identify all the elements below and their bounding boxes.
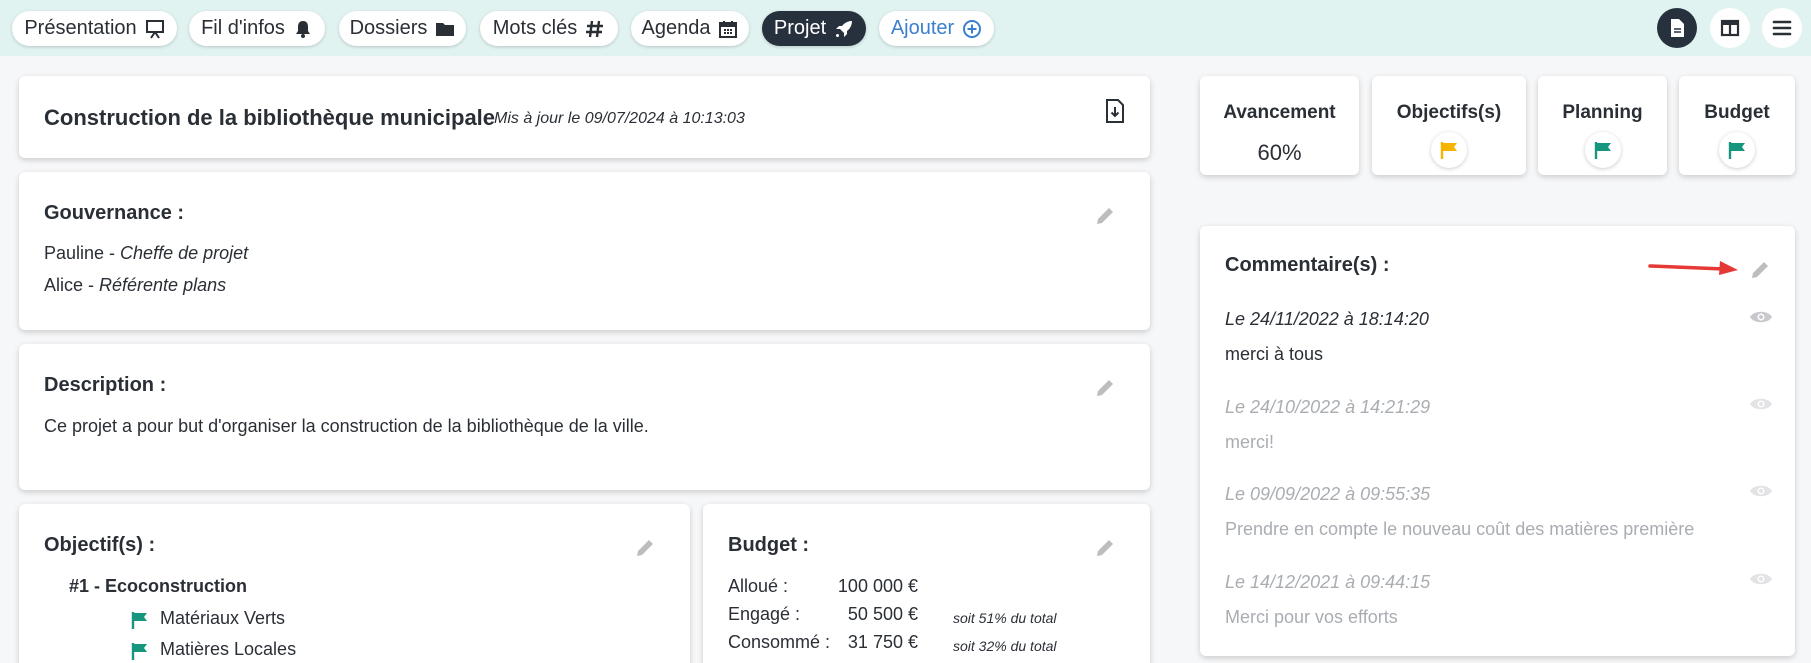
objective-group: #1 - Ecoconstruction xyxy=(69,576,248,596)
budget-note: soit 32% du total xyxy=(953,638,1057,654)
flag-icon xyxy=(1594,142,1611,159)
edit-description-pencil-icon[interactable] xyxy=(1094,377,1116,399)
project-header-card: Construction de la bibliothèque municipa… xyxy=(19,76,1150,158)
kpi-title: Planning xyxy=(1562,102,1643,123)
flag-icon xyxy=(1440,142,1457,159)
tab-agenda[interactable]: Agenda xyxy=(631,11,749,46)
tab-label: Projet xyxy=(773,17,827,39)
rocket-icon xyxy=(836,20,853,37)
governance-card: Gouvernance : Pauline - Cheffe de projet… xyxy=(19,172,1150,330)
budget-title: Budget : xyxy=(728,534,810,556)
kpi-title: Objectifs(s) xyxy=(1396,102,1502,123)
flag-icon xyxy=(1728,142,1745,159)
bell-icon xyxy=(295,20,310,38)
description-title: Description : xyxy=(44,374,167,396)
top-navigation: Présentation Fil d'infos Dossiers Mots c… xyxy=(0,0,1811,56)
tab-ajouter[interactable]: Ajouter xyxy=(879,11,994,46)
edit-comments-pencil-icon[interactable] xyxy=(1749,259,1771,281)
kpi-status xyxy=(1584,132,1621,168)
kpi-status xyxy=(1719,132,1755,168)
description-card: Description : Ce projet a pour but d'org… xyxy=(19,344,1150,490)
kpi-budget[interactable]: Budget xyxy=(1679,76,1795,175)
hamburger-icon xyxy=(1772,20,1792,36)
kpi-title: Budget xyxy=(1704,102,1770,123)
download-file-icon[interactable] xyxy=(1105,99,1125,123)
description-text: Ce projet a pour but d'organiser la cons… xyxy=(44,416,649,436)
columns-icon xyxy=(1720,19,1740,37)
kpi-title: Avancement xyxy=(1223,102,1336,123)
page-title: Construction de la bibliothèque municipa… xyxy=(44,105,496,130)
calendar-icon xyxy=(719,20,738,38)
tab-label: Agenda xyxy=(641,17,711,39)
kpi-avancement[interactable]: Avancement 60% xyxy=(1200,76,1359,175)
kpi-objectifs[interactable]: Objectifs(s) xyxy=(1372,76,1526,175)
tab-presentation[interactable]: Présentation xyxy=(12,11,177,46)
budget-amount: 100 000 € xyxy=(837,576,918,596)
member-name: Alice xyxy=(44,275,84,295)
board-view-button[interactable] xyxy=(1710,8,1750,48)
member-name: Pauline xyxy=(44,243,105,263)
tab-mots-cles[interactable]: Mots clés xyxy=(480,11,618,46)
folder-icon xyxy=(436,22,455,36)
governance-title: Gouvernance : xyxy=(44,202,185,224)
eye-icon[interactable] xyxy=(1749,483,1773,499)
tab-label: Dossiers xyxy=(349,17,428,39)
comment-date: Le 24/11/2022 à 18:14:20 xyxy=(1225,309,1429,329)
budget-amount: 50 500 € xyxy=(847,604,918,624)
objective-item: Matières Locales xyxy=(160,639,297,659)
budget-card: Budget : Alloué : 100 000 € Engagé : 50 … xyxy=(703,504,1150,663)
eye-icon[interactable] xyxy=(1749,396,1773,412)
comment-date: Le 24/10/2022 à 14:21:29 xyxy=(1225,397,1431,417)
menu-button[interactable] xyxy=(1762,8,1802,48)
document-icon xyxy=(1671,19,1684,37)
kpi-planning[interactable]: Planning xyxy=(1538,76,1667,175)
document-view-button[interactable] xyxy=(1657,8,1697,48)
edit-budget-pencil-icon[interactable] xyxy=(1094,537,1116,559)
eye-icon[interactable] xyxy=(1749,309,1773,325)
hashtag-icon xyxy=(586,20,604,37)
tab-label: Mots clés xyxy=(492,17,578,39)
flag-icon xyxy=(131,612,147,629)
edit-governance-pencil-icon[interactable] xyxy=(1094,205,1116,227)
governance-member: Pauline - Cheffe de projet xyxy=(44,243,249,263)
comment-text: merci! xyxy=(1225,432,1274,452)
comments-card: Commentaire(s) : Le 24/11/2022 à 18:14:2… xyxy=(1200,226,1795,656)
tab-label: Ajouter xyxy=(890,17,955,39)
comments-title: Commentaire(s) : xyxy=(1225,254,1390,276)
tab-fil-infos[interactable]: Fil d'infos xyxy=(189,11,325,46)
budget-label: Engagé : xyxy=(728,604,801,624)
member-role: Cheffe de projet xyxy=(120,243,249,263)
governance-member: Alice - Référente plans xyxy=(44,275,227,295)
objectives-card: Objectif(s) : #1 - Ecoconstruction Matér… xyxy=(19,504,690,663)
kpi-status xyxy=(1431,132,1467,168)
flag-icon xyxy=(131,643,147,660)
comment-date: Le 14/12/2021 à 09:44:15 xyxy=(1225,572,1431,592)
comment-date: Le 09/09/2022 à 09:55:35 xyxy=(1225,484,1431,504)
budget-note: soit 51% du total xyxy=(953,610,1057,626)
plus-circle-icon xyxy=(963,19,982,38)
annotation-arrow-icon xyxy=(1648,261,1738,275)
objectives-title: Objectif(s) : xyxy=(44,534,156,556)
eye-icon[interactable] xyxy=(1749,571,1773,587)
edit-objectives-pencil-icon[interactable] xyxy=(634,537,656,559)
budget-amount: 31 750 € xyxy=(847,632,918,652)
member-role: Référente plans xyxy=(99,275,227,295)
objective-item: Matériaux Verts xyxy=(160,608,286,628)
comment-text: Prendre en compte le nouveau coût des ma… xyxy=(1225,519,1695,539)
presentation-icon xyxy=(145,19,164,39)
tab-label: Présentation xyxy=(24,17,137,39)
tab-projet[interactable]: Projet xyxy=(762,11,866,46)
comment-text: Merci pour vos efforts xyxy=(1225,607,1398,627)
kpi-value: 60% xyxy=(1257,140,1302,165)
tab-dossiers[interactable]: Dossiers xyxy=(339,11,466,46)
budget-label: Alloué : xyxy=(728,576,789,596)
tab-label: Fil d'infos xyxy=(201,17,285,39)
last-updated: Mis à jour le 09/07/2024 à 10:13:03 xyxy=(494,110,745,127)
comment-text: merci à tous xyxy=(1225,344,1324,364)
